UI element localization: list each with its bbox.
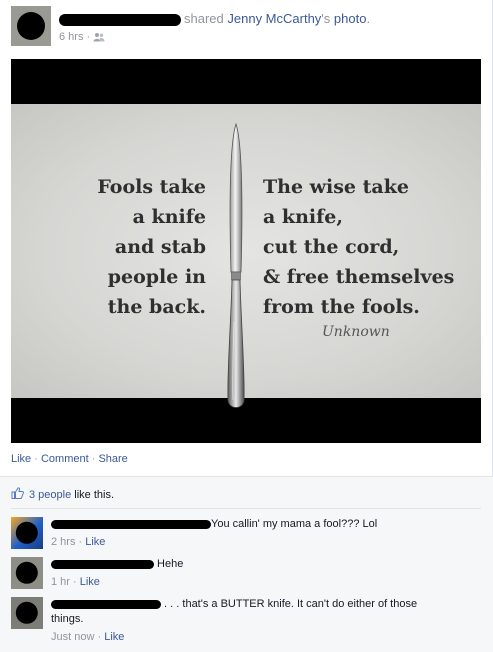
redacted-commenter-name[interactable] — [51, 519, 211, 529]
comment-text: Hehe — [154, 558, 184, 570]
headline-period: . — [366, 11, 371, 26]
left-quote-line: and stab — [114, 236, 206, 258]
comment-text: You callin' my mama a fool??? Lol — [211, 518, 378, 530]
story-header: shared Jenny McCarthy's photo. 6 hrs · — [11, 6, 481, 50]
comment-time[interactable]: Just now — [51, 631, 94, 643]
redacted-face — [17, 12, 45, 40]
story-meta: 6 hrs · — [59, 31, 105, 43]
headline-verb: shared — [184, 11, 224, 26]
knife-illustration — [227, 122, 245, 408]
redacted-face — [15, 521, 39, 545]
comment-time[interactable]: 2 hrs — [51, 536, 75, 548]
redacted-commenter-name[interactable] — [51, 559, 154, 569]
action-separator: · — [88, 453, 99, 465]
comment-link[interactable]: Comment — [41, 453, 89, 465]
left-quote-line: the back. — [107, 296, 206, 318]
author-avatar[interactable] — [11, 6, 51, 46]
quote-image: Fools take a knife and stab people in th… — [11, 104, 481, 408]
comment-time[interactable]: 1 hr — [51, 576, 70, 588]
quote-signature: Unknown — [322, 324, 390, 340]
divider — [11, 508, 481, 509]
story-timestamp[interactable]: 6 hrs — [59, 31, 83, 43]
thumbs-up-icon — [11, 487, 24, 502]
comment-meta: 1 hr · Like — [51, 576, 100, 588]
right-quote: The wise take a knife, cut the cord, & f… — [263, 172, 473, 322]
feedback-panel: 3 people like this. You callin' my mama … — [0, 476, 493, 652]
left-quote: Fools take a knife and stab people in th… — [66, 172, 206, 322]
right-quote-line: a knife, — [263, 206, 343, 228]
comment-like-link[interactable]: Like — [80, 576, 100, 588]
commenter-avatar[interactable] — [11, 557, 43, 589]
likers-link[interactable]: 3 people — [29, 489, 71, 501]
like-link[interactable]: Like — [11, 453, 31, 465]
left-quote-line: people in — [107, 266, 206, 288]
comment-meta: Just now · Like — [51, 631, 125, 643]
redacted-face — [15, 601, 39, 625]
shared-photo[interactable]: Fools take a knife and stab people in th… — [11, 59, 481, 443]
shared-photo-link[interactable]: photo — [334, 11, 367, 26]
left-quote-line: a knife — [132, 206, 206, 228]
left-quote-line: Fools take — [97, 176, 206, 198]
comment-like-link[interactable]: Like — [104, 631, 124, 643]
story-actions: Like · Comment · Share — [11, 453, 128, 465]
commenter-avatar[interactable] — [11, 517, 43, 549]
right-quote-line: cut the cord, — [263, 236, 400, 258]
redacted-commenter-name[interactable] — [51, 599, 161, 609]
friends-icon[interactable] — [93, 32, 105, 42]
likes-summary: 3 people like this. — [11, 487, 114, 502]
right-quote-line: & free themselves — [263, 266, 455, 288]
right-quote-line: from the fools. — [263, 296, 420, 318]
headline-possessive: 's — [321, 11, 331, 26]
redacted-face — [15, 561, 39, 585]
comment-like-link[interactable]: Like — [85, 536, 105, 548]
story-headline: shared Jenny McCarthy's photo. — [59, 11, 370, 27]
comment-body: Hehe 1 hr · Like — [51, 557, 451, 590]
right-quote-line: The wise take — [263, 176, 409, 198]
share-link[interactable]: Share — [98, 453, 127, 465]
redacted-author-name[interactable] — [59, 13, 181, 26]
likes-suffix: like this. — [71, 488, 115, 501]
comment-meta: 2 hrs · Like — [51, 536, 106, 548]
action-separator: · — [31, 453, 41, 465]
feed-story: shared Jenny McCarthy's photo. 6 hrs · F… — [0, 0, 493, 652]
commenter-avatar[interactable] — [11, 597, 43, 629]
comment-body: You callin' my mama a fool??? Lol 2 hrs … — [51, 517, 451, 550]
meta-separator: · — [86, 31, 91, 43]
comment-body: . . . that's a BUTTER knife. It can't do… — [51, 597, 451, 645]
shared-page-link[interactable]: Jenny McCarthy — [227, 11, 321, 26]
